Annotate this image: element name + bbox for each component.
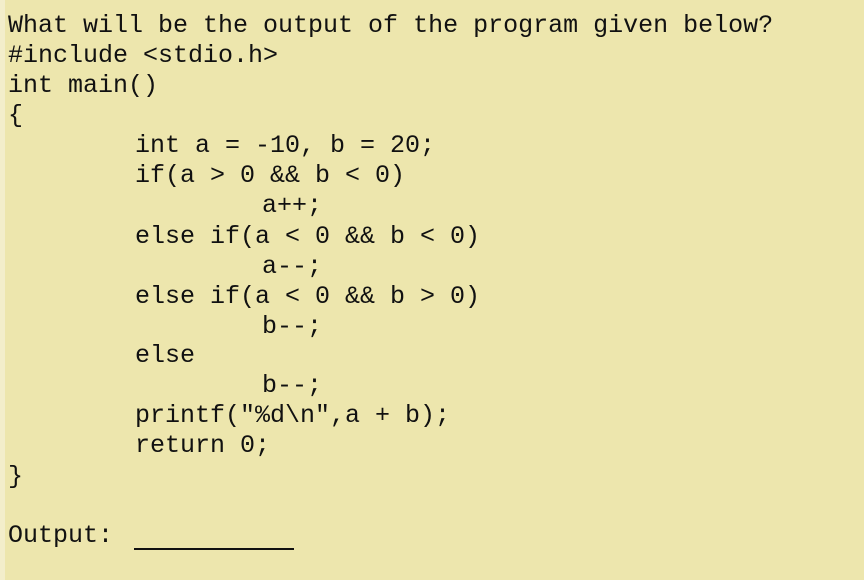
page-margin <box>0 0 5 580</box>
code-line-open-brace: { <box>8 101 24 130</box>
code-line: a++; <box>262 191 323 220</box>
question-text: What will be the output of the program g… <box>8 11 774 40</box>
code-line: return 0; <box>135 431 271 460</box>
code-line: else if(a < 0 && b > 0) <box>135 282 481 311</box>
code-line: else if(a < 0 && b < 0) <box>135 222 481 251</box>
code-line: a--; <box>262 252 323 281</box>
code-line-close-brace: } <box>8 462 24 491</box>
code-line: b--; <box>262 371 323 400</box>
code-line: printf("%d\n",a + b); <box>135 401 451 430</box>
output-label: Output: <box>8 521 114 550</box>
code-line-include: #include <stdio.h> <box>8 41 279 70</box>
code-line: else <box>135 341 196 370</box>
code-line: int a = -10, b = 20; <box>135 131 436 160</box>
code-line: b--; <box>262 312 323 341</box>
code-line: if(a > 0 && b < 0) <box>135 161 406 190</box>
code-line-main: int main() <box>8 71 159 100</box>
output-answer-blank[interactable] <box>134 548 294 550</box>
